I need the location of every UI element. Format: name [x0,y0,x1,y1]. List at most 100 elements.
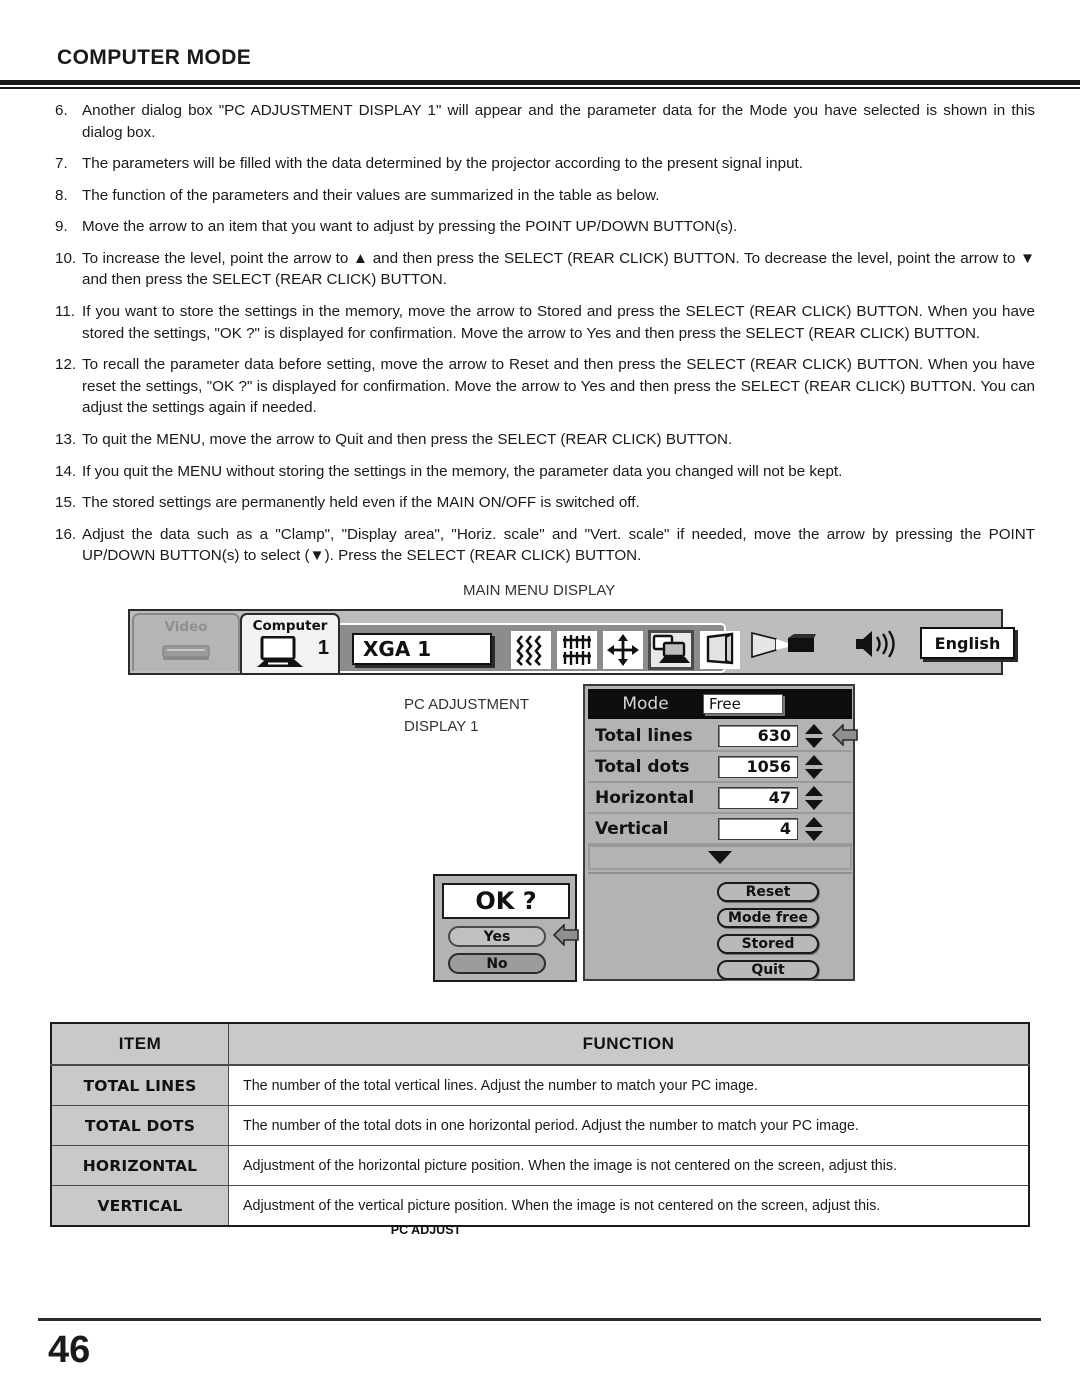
mode-display-value: XGA 1 [363,637,432,661]
list-item: 8. The function of the parameters and th… [55,185,1035,207]
screen-icon[interactable] [700,631,740,669]
panel-row-value: 4 [779,819,791,838]
computer-icon [256,636,304,670]
step-number: 9. [55,218,68,236]
tab-computer-number: 1 [317,637,329,659]
list-item: 9. Move the arrow to an item that you wa… [55,216,1035,238]
page-title: COMPUTER MODE [57,46,252,69]
chevron-down-icon [707,850,733,865]
reset-button[interactable]: Reset [717,882,819,902]
table-cell-function: Adjustment of the vertical picture posit… [228,1185,1030,1227]
picture-position-icon[interactable] [603,631,643,669]
table-row: VERTICAL Adjustment of the vertical pict… [50,1185,1030,1227]
language-value: English [934,633,1001,653]
table-cell-function: The number of the total vertical lines. … [228,1064,1030,1106]
quit-button[interactable]: Quit [717,960,819,980]
panel-row-value-field[interactable]: 630 [718,724,798,747]
list-item: 10. To increase the level, point the arr… [55,248,1035,291]
mode-free-button[interactable]: Mode free [717,908,819,928]
panel-row-value-field[interactable]: 4 [718,817,798,840]
ok-message-field: OK ? [442,883,570,919]
step-text: Another dialog box "PC ADJUSTMENT DISPLA… [82,102,1035,141]
vcr-icon [162,643,210,661]
column-header-item: ITEM [50,1022,229,1066]
panel-row-label: Total dots [595,756,690,777]
spinner-up-down-icon[interactable] [803,754,825,780]
step-number: 15. [55,494,77,512]
panel-row-total-lines[interactable]: Total lines 630 [588,721,852,752]
projector-menu-bar: Video Computer 1 PC ADJUST XGA 1 English [128,609,1015,1237]
ok-confirmation-dialog: OK ? Yes No [433,874,579,982]
spinner-up-down-icon[interactable] [803,816,825,842]
no-button-label: No [486,955,508,972]
table-cell-item: HORIZONTAL [50,1145,229,1186]
stored-button-label: Stored [741,936,795,952]
yes-button[interactable]: Yes [448,926,546,947]
panel-mode-field[interactable]: Free [703,694,783,714]
list-item: 16. Adjust the data such as a "Clamp", "… [55,524,1035,567]
pc-adjust-icon[interactable] [648,630,694,670]
stored-button[interactable]: Stored [717,934,819,954]
mode-display-field[interactable]: XGA 1 [352,633,492,665]
panel-row-horizontal[interactable]: Horizontal 47 [588,783,852,814]
tab-computer-label: Computer [252,618,328,634]
spinner-up-down-icon[interactable] [803,723,825,749]
list-item: 12. To recall the parameter data before … [55,354,1035,419]
panel-row-label: Vertical [595,818,669,839]
table-row: TOTAL LINES The number of the total vert… [50,1064,1030,1106]
list-item: 14. If you quit the MENU without storing… [55,461,1035,483]
panel-row-label: Horizontal [595,787,695,808]
spinner-up-down-icon[interactable] [803,785,825,811]
step-text: If you want to store the settings in the… [82,303,1035,342]
pc-adjustment-caption-line2: DISPLAY 1 [404,717,479,735]
step-text: The function of the parameters and their… [82,186,660,204]
column-header-function: FUNCTION [228,1022,1030,1066]
panel-scroll-down-row[interactable] [588,845,852,870]
projector-icon[interactable] [750,629,816,661]
step-number: 14. [55,462,77,480]
function-table: ITEM FUNCTION TOTAL LINES The number of … [50,1022,1030,1227]
panel-mode-row: Mode Free [588,689,852,719]
panel-row-total-dots[interactable]: Total dots 1056 [588,752,852,783]
pc-adjust-group-title: PC ADJUST [390,1223,462,1237]
no-button[interactable]: No [448,953,546,974]
pc-adjustment-caption: PC ADJUSTMENT DISPLAY 1 [404,694,529,738]
selection-arrow-icon [553,924,579,946]
step-number: 11. [55,303,75,321]
panel-row-value: 47 [768,788,791,807]
list-item: 11. If you want to store the settings in… [55,301,1035,344]
list-item: 15. The stored settings are permanently … [55,492,1035,514]
header-rule-thin [0,87,1080,89]
instruction-list: 6. Another dialog box "PC ADJUSTMENT DIS… [55,100,1035,577]
step-text: To recall the parameter data before sett… [82,356,1035,417]
mode-free-button-label: Mode free [728,910,808,926]
tab-video-label: Video [164,619,208,635]
panel-row-value-field[interactable]: 1056 [718,755,798,778]
panel-row-value: 630 [757,726,791,745]
step-text: The stored settings are permanently held… [82,494,640,512]
panel-row-vertical[interactable]: Vertical 4 [588,814,852,845]
step-text: To quit the MENU, move the arrow to Quit… [82,430,733,448]
fine-sync-icon[interactable] [511,631,551,669]
step-number: 13. [55,430,77,448]
volume-icon[interactable] [854,628,898,660]
table-cell-item: VERTICAL [50,1185,229,1227]
step-text: Move the arrow to an item that you want … [82,218,738,236]
tab-video[interactable]: Video [132,613,240,671]
language-field[interactable]: English [920,627,1015,659]
step-number: 16. [55,525,77,543]
reset-button-label: Reset [745,884,791,900]
table-cell-function: Adjustment of the horizontal picture pos… [228,1145,1030,1186]
total-dots-icon[interactable] [557,631,597,669]
panel-row-value-field[interactable]: 47 [718,786,798,809]
table-header-row: ITEM FUNCTION [50,1022,1030,1066]
tab-computer[interactable]: Computer 1 [240,613,340,673]
footer-rule [38,1318,1041,1321]
step-number: 8. [55,186,68,204]
step-text: To increase the level, point the arrow t… [82,249,1035,289]
step-number: 7. [55,155,68,173]
table-cell-item: TOTAL LINES [50,1064,229,1106]
step-text: Adjust the data such as a "Clamp", "Disp… [82,525,1035,565]
step-number: 10. [55,249,77,267]
panel-mode-label: Mode [622,694,669,714]
